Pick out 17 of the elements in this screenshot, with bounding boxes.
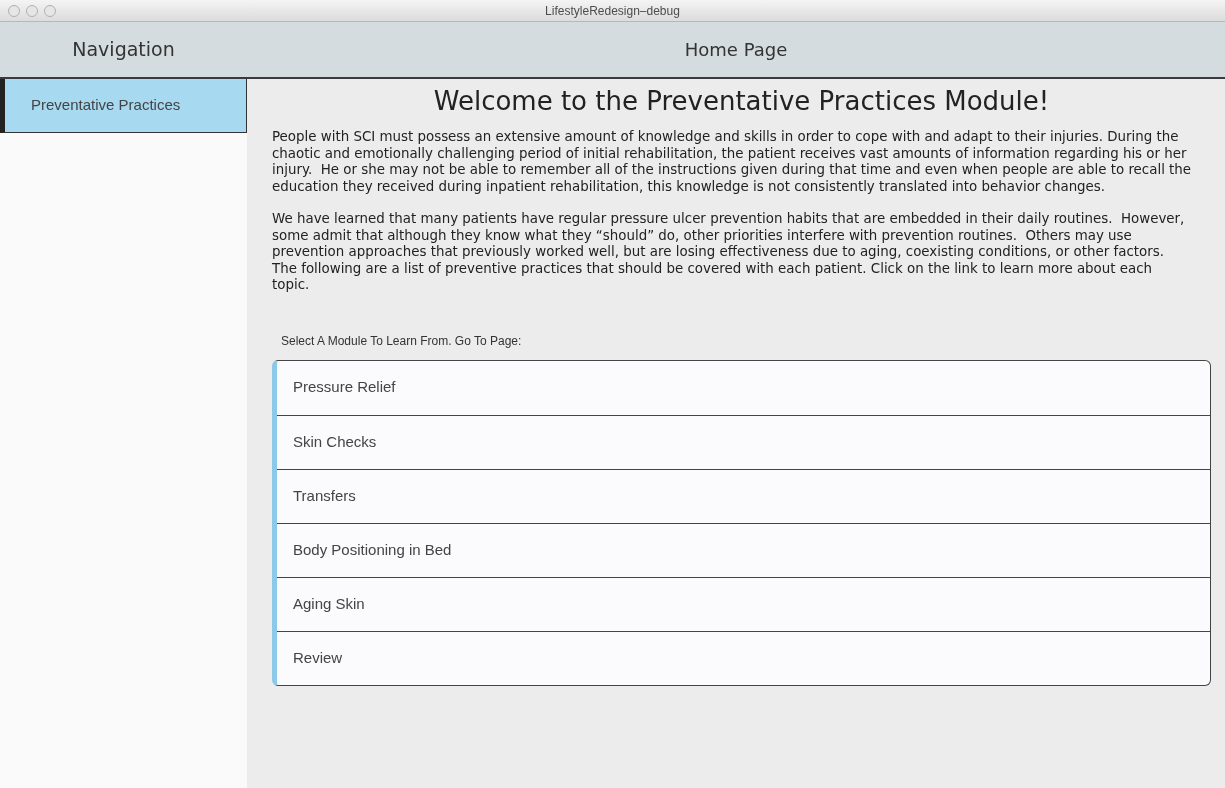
module-item[interactable]: Skin Checks [277, 414, 1210, 469]
sidebar-item[interactable]: Preventative Practices [0, 79, 247, 133]
page-heading: Welcome to the Preventative Practices Module! [432, 85, 1051, 117]
navigation-title: Navigation [72, 37, 175, 63]
page-title: Home Page [684, 38, 788, 62]
body-paragraph: People with SCI must possess an extensive amount of knowledge and skills in order to cope with and adapt to their injuries. During the chaotic and emotionally challenging period of initial rehabilitation, the patient receives vast amounts of information regarding his or her injury. He or she may not be able to remember all of the instructions given during that time and even when people are able to recall the education they received during inpatient rehabilitation, this knowledge is not consistently translated into behavior changes. [272, 129, 1192, 195]
window-title: LifestyleRedesign–debug [545, 2, 680, 20]
body-paragraph: We have learned that many patients have regular pressure ulcer prevention habits that are embedded in their daily routines. However, some admit that although they know what they “should” do, other priorities interfere with prevention routines. Others may use prevention approaches that previously worked well, but are losing effectiveness due to aging, coexisting conditions, or other factors. The following are a list of preventive practices that should be covered with each patient. Click on the link to learn more about each topic. [272, 211, 1186, 294]
module-item[interactable]: Transfers [277, 468, 1210, 523]
module-prompt: Select A Module To Learn From. Go To Page: [281, 332, 523, 350]
window-control-icon[interactable] [8, 5, 20, 17]
module-item[interactable]: Pressure Relief [277, 360, 1210, 415]
module-item[interactable]: Review [277, 630, 1210, 685]
window-control-icon[interactable] [44, 5, 56, 17]
module-item[interactable]: Aging Skin [277, 576, 1210, 631]
module-item[interactable]: Body Positioning in Bed [277, 522, 1210, 577]
window-control-icon[interactable] [26, 5, 38, 17]
